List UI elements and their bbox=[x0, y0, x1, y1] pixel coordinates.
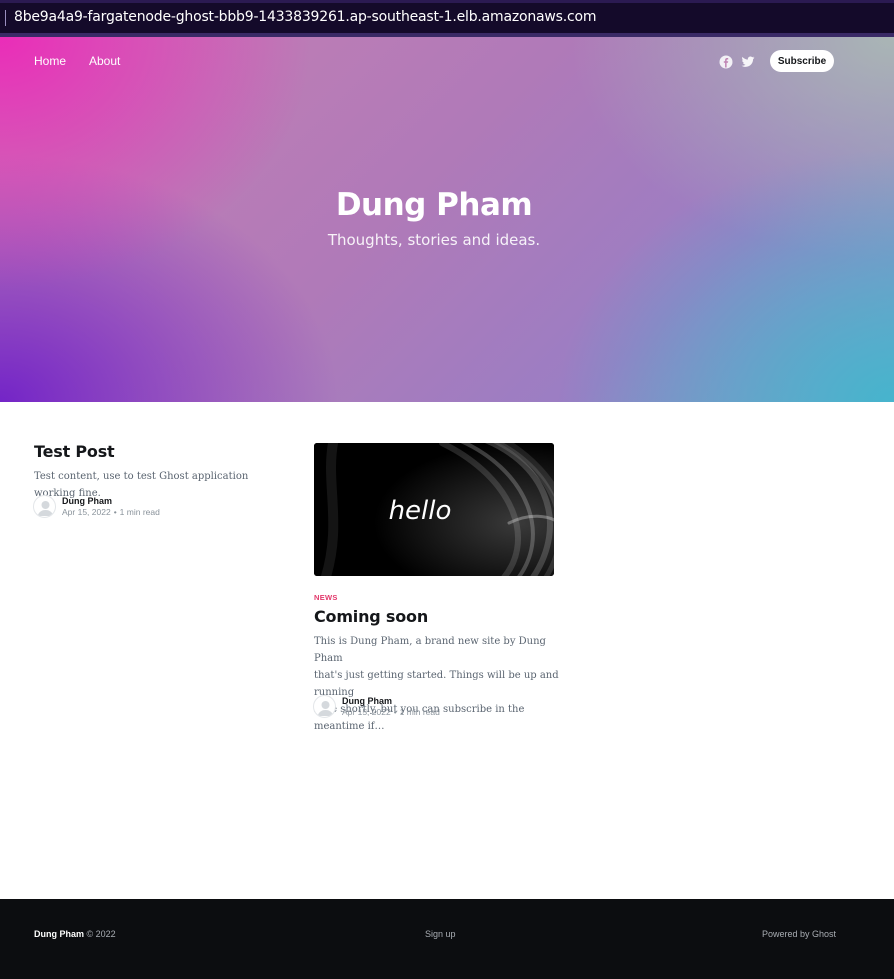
powered-by-link[interactable]: Powered by Ghost bbox=[762, 929, 836, 939]
address-bar[interactable]: 8be9a4a9-fargatenode-ghost-bbb9-14338392… bbox=[0, 0, 894, 37]
post-title[interactable]: Coming soon bbox=[314, 607, 428, 626]
footer-copyright: Dung Pham © 2022 bbox=[34, 929, 116, 939]
url-text: 8be9a4a9-fargatenode-ghost-bbb9-14338392… bbox=[14, 9, 597, 25]
site-footer: Dung Pham © 2022 Sign up Powered by Ghos… bbox=[0, 899, 894, 979]
nav-about-link[interactable]: About bbox=[89, 54, 120, 68]
post-meta: Apr 15, 2022 • 1 min read bbox=[62, 507, 160, 517]
post-date: Apr 15, 2022 bbox=[62, 507, 111, 517]
author-name[interactable]: Dung Pham bbox=[62, 496, 112, 506]
nav-home-link[interactable]: Home bbox=[34, 54, 66, 68]
copyright-text: © 2022 bbox=[86, 929, 116, 939]
site-description: Thoughts, stories and ideas. bbox=[327, 231, 541, 249]
text-cursor bbox=[5, 10, 6, 26]
author-avatar[interactable] bbox=[313, 695, 336, 718]
read-time: 1 min read bbox=[119, 507, 160, 517]
post-excerpt[interactable]: This is Dung Pham, a brand new site by D… bbox=[314, 633, 564, 735]
excerpt-line: This is Dung Pham, a brand new site by D… bbox=[314, 636, 546, 664]
subscribe-button[interactable]: Subscribe bbox=[770, 50, 834, 72]
site-title: Dung Pham bbox=[335, 187, 533, 223]
author-avatar[interactable] bbox=[33, 495, 56, 518]
read-time: 1 min read bbox=[399, 707, 440, 717]
footer-site-link[interactable]: Dung Pham bbox=[34, 929, 84, 939]
facebook-icon[interactable] bbox=[719, 54, 733, 69]
post-title[interactable]: Test Post bbox=[34, 442, 115, 461]
image-caption: hello bbox=[389, 496, 452, 526]
site-header: Home About Subscribe Dung Pham Thoughts,… bbox=[0, 37, 894, 402]
post-tag[interactable]: NEWS bbox=[314, 593, 338, 602]
post-date: Apr 15, 2022 bbox=[342, 707, 391, 717]
post-feature-image[interactable]: hello bbox=[314, 443, 554, 576]
twitter-icon[interactable] bbox=[741, 54, 755, 68]
author-name[interactable]: Dung Pham bbox=[342, 696, 392, 706]
post-meta: Apr 15, 2022 • 1 min read bbox=[342, 707, 440, 717]
signup-link[interactable]: Sign up bbox=[425, 929, 456, 939]
